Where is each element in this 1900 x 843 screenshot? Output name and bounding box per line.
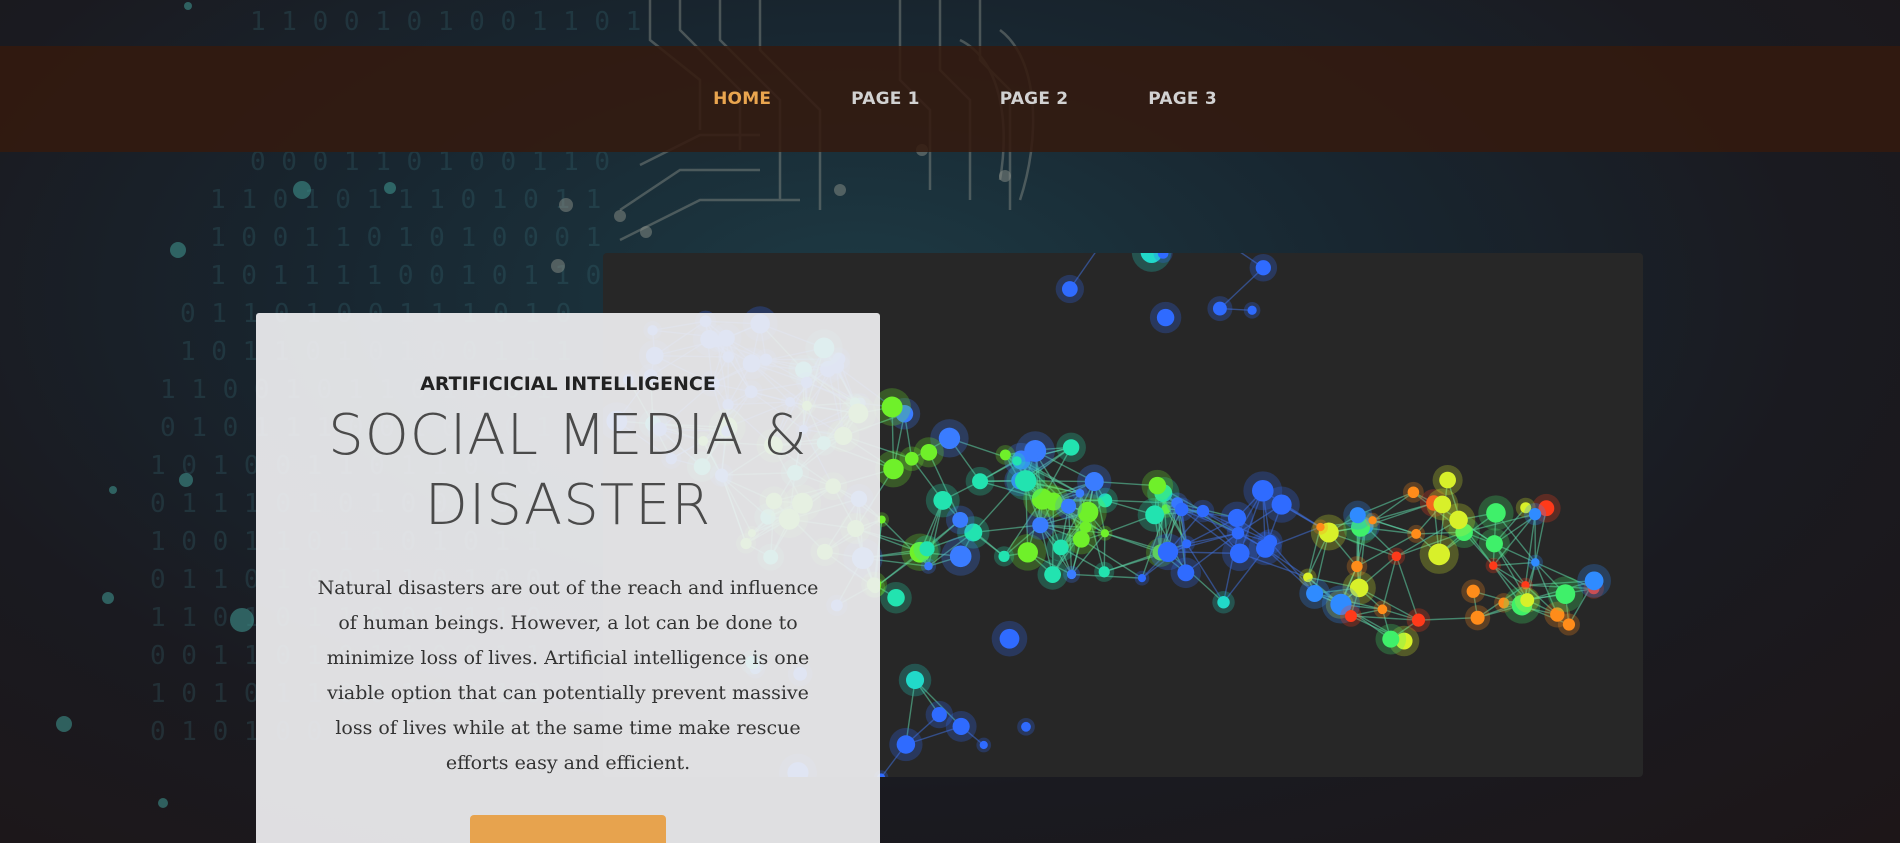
- graph-node: [1098, 566, 1110, 578]
- graph-node: [1377, 604, 1388, 615]
- graph-node: [931, 706, 947, 723]
- graph-node: [1528, 507, 1542, 521]
- graph-node: [1411, 528, 1422, 539]
- nav-item-home[interactable]: HOME: [713, 89, 771, 109]
- graph-node: [1555, 584, 1576, 605]
- graph-node: [1470, 610, 1485, 625]
- graph-node: [1391, 551, 1402, 562]
- graph-node: [1017, 542, 1038, 563]
- graph-node: [881, 396, 903, 418]
- graph-node: [1466, 584, 1480, 598]
- graph-node: [1252, 479, 1274, 502]
- graph-node: [1229, 543, 1250, 564]
- graph-node: [1411, 613, 1426, 627]
- graph-node: [1256, 539, 1275, 558]
- graph-node: [1531, 558, 1540, 567]
- svg-text:1 1 0 1 0 1 1 1 0 1 0 1 1: 1 1 0 1 0 1 1 1 0 1 0 1 1: [210, 185, 601, 215]
- graph-node: [1061, 498, 1077, 514]
- graph-node: [1255, 260, 1271, 276]
- graph-node: [1247, 305, 1257, 315]
- graph-node: [924, 561, 933, 571]
- graph-node: [1032, 516, 1049, 534]
- graph-node: [905, 671, 925, 690]
- hero-cta-button[interactable]: [470, 815, 666, 843]
- svg-text:1 1 0 0 1 0 1 0 0 1 1 0 1: 1 1 0 0 1 0 1 0 0 1 1 0 1: [250, 7, 641, 37]
- graph-node: [1520, 593, 1535, 608]
- nav-menu: HOME PAGE 1 PAGE 2 PAGE 3: [0, 46, 1900, 152]
- graph-node: [1488, 561, 1498, 570]
- svg-text:1 0 0 1 1 0 1 0 1 0 0 0 1: 1 0 0 1 1 0 1 0 1 0 0 0 1: [210, 223, 601, 253]
- hero-title-line-1: SOCIAL MEDIA &: [328, 403, 808, 468]
- hero-title: SOCIAL MEDIA & DISASTER: [256, 401, 880, 541]
- graph-node: [1175, 502, 1189, 517]
- graph-node: [1084, 472, 1104, 492]
- graph-node: [1028, 444, 1039, 456]
- graph-node: [920, 443, 938, 461]
- graph-node: [1212, 301, 1227, 316]
- hero-body-text: Natural disasters are out of the reach a…: [317, 577, 819, 774]
- nav-item-page-3[interactable]: PAGE 3: [1148, 89, 1217, 109]
- graph-node: [1584, 571, 1604, 591]
- graph-node: [1306, 584, 1324, 603]
- graph-node: [1485, 535, 1503, 553]
- graph-node: [1486, 503, 1506, 523]
- svg-text:1 0 1 1 1 1 0 0 1 0 1 1 0: 1 0 1 1 1 1 0 0 1 0 1 1 0: [210, 261, 601, 291]
- graph-node: [1044, 566, 1062, 583]
- graph-node: [1562, 618, 1576, 631]
- graph-node: [1382, 630, 1400, 648]
- graph-node: [1316, 522, 1325, 532]
- graph-node: [933, 491, 953, 510]
- graph-node: [1217, 596, 1230, 609]
- graph-node: [952, 717, 970, 735]
- graph-node: [1021, 721, 1031, 732]
- page: 1 1 0 0 1 0 1 0 0 1 1 0 1 0 0 0 1 1 0 1 …: [0, 0, 1900, 843]
- graph-node: [1062, 439, 1080, 456]
- graph-node: [979, 740, 988, 750]
- graph-node: [998, 550, 1010, 562]
- graph-node: [1407, 486, 1420, 499]
- nav-item-page-1[interactable]: PAGE 1: [851, 89, 920, 109]
- navigation-bar: HOME PAGE 1 PAGE 2 PAGE 3: [0, 46, 1900, 152]
- graph-node: [1100, 529, 1110, 538]
- graph-node: [896, 735, 916, 754]
- graph-node: [952, 511, 969, 528]
- graph-node: [1052, 539, 1069, 556]
- hero-kicker: ARTIFICICIAL INTELLIGENCE: [420, 373, 716, 395]
- graph-node: [1449, 510, 1468, 530]
- graph-node: [1428, 543, 1451, 566]
- graph-node: [1177, 564, 1195, 582]
- graph-node: [1072, 530, 1090, 548]
- graph-node: [1014, 470, 1037, 492]
- graph-node: [1156, 308, 1175, 327]
- graph-node: [887, 588, 905, 607]
- hero-card: ARTIFICICIAL INTELLIGENCE SOCIAL MEDIA &…: [256, 313, 880, 843]
- graph-node: [1061, 281, 1078, 297]
- graph-node: [1148, 476, 1167, 495]
- graph-node: [1196, 504, 1210, 518]
- graph-node: [1344, 609, 1357, 622]
- graph-node: [1231, 526, 1245, 540]
- graph-node: [949, 545, 972, 568]
- hero-title-line-2: DISASTER: [424, 473, 712, 538]
- graph-node: [1137, 574, 1147, 583]
- graph-node: [1157, 541, 1179, 563]
- nav-item-page-2[interactable]: PAGE 2: [1000, 89, 1069, 109]
- graph-node: [1439, 471, 1456, 489]
- graph-node: [1368, 516, 1377, 525]
- graph-node: [1349, 507, 1366, 524]
- graph-node: [999, 628, 1020, 649]
- graph-node: [1145, 505, 1165, 525]
- graph-node: [1351, 560, 1363, 573]
- graph-node: [1066, 569, 1077, 580]
- graph-node: [919, 541, 935, 557]
- graph-node: [972, 473, 989, 490]
